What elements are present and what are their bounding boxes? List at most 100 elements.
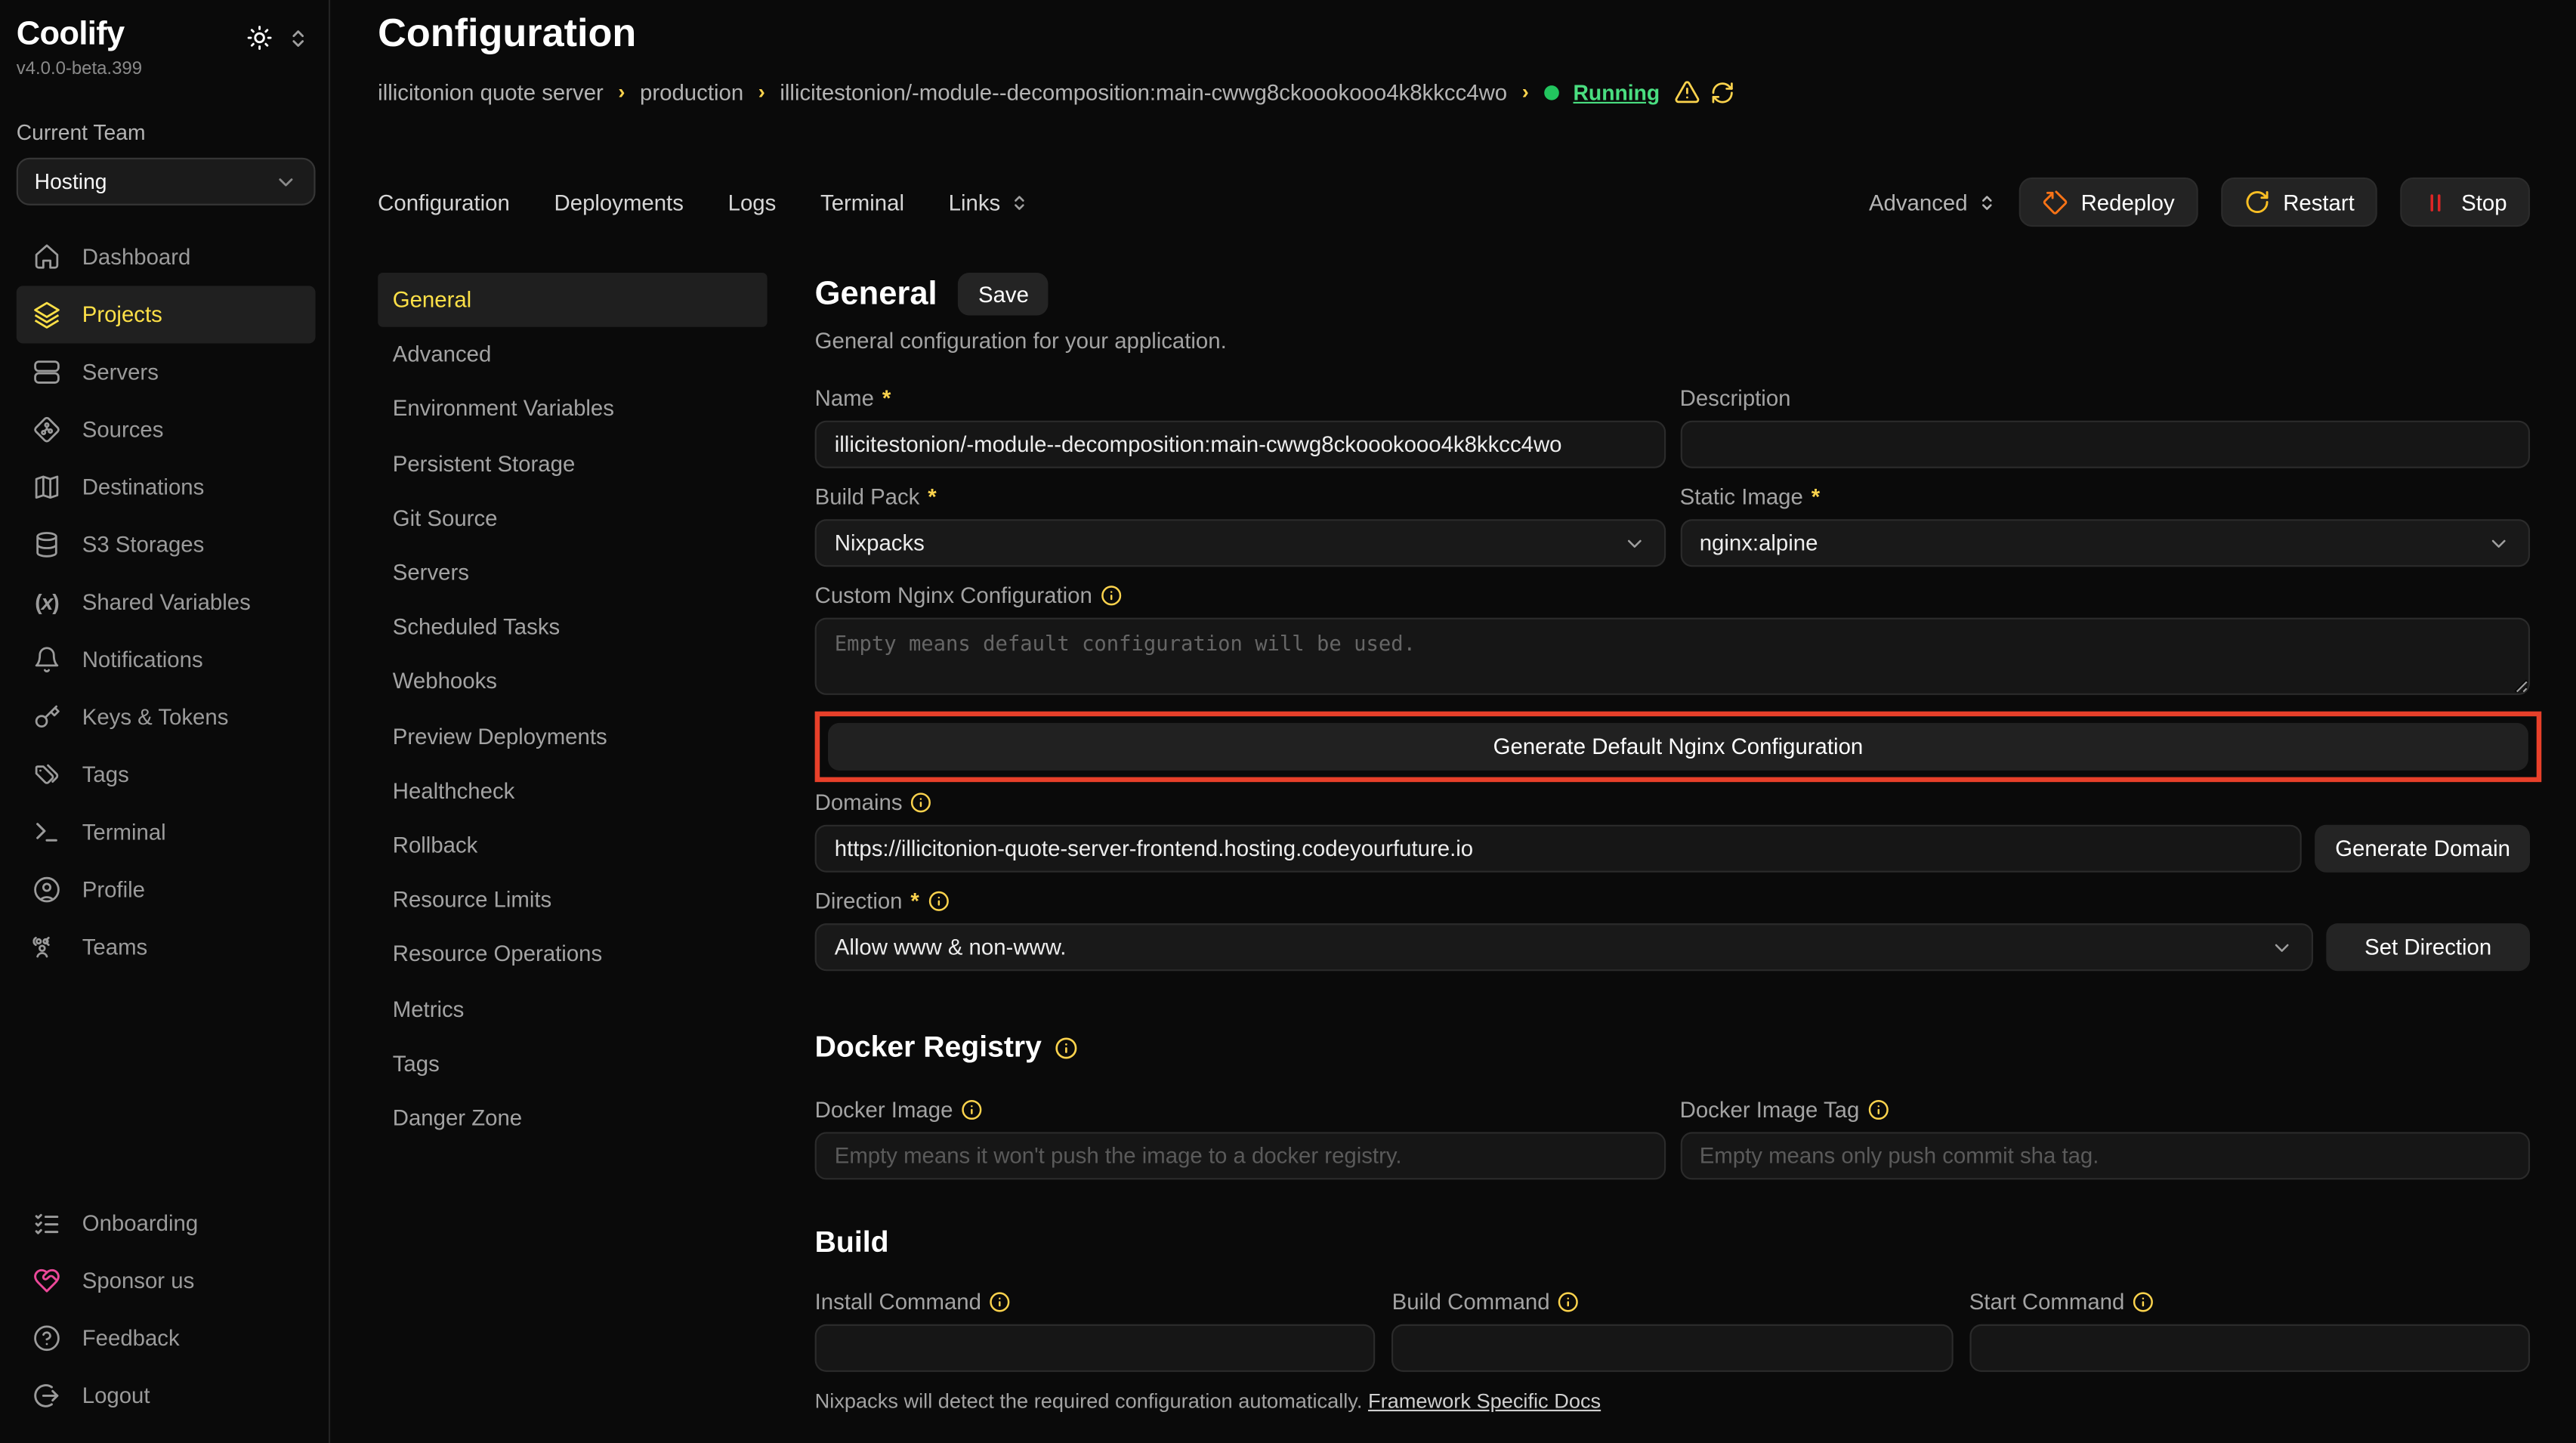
sidebar-item-servers[interactable]: Servers [17, 344, 316, 401]
sidebar-item-label: Terminal [82, 820, 166, 845]
subnav-advanced[interactable]: Advanced [378, 327, 767, 382]
subnav-danger-zone[interactable]: Danger Zone [378, 1091, 767, 1145]
framework-docs-link[interactable]: Framework Specific Docs [1368, 1390, 1601, 1413]
generate-nginx-config-button[interactable]: Generate Default Nginx Configuration [828, 723, 2528, 771]
build-command-input[interactable] [1392, 1324, 1953, 1372]
info-icon[interactable] [961, 1099, 982, 1120]
subnav-servers[interactable]: Servers [378, 545, 767, 600]
advanced-dropdown[interactable]: Advanced [1869, 190, 1996, 215]
sidebar-item-projects[interactable]: Projects [17, 286, 316, 343]
build-pack-select[interactable]: Nixpacks [815, 519, 1665, 567]
chevron-updown-icon [1010, 193, 1028, 212]
info-icon[interactable] [2133, 1291, 2154, 1312]
nginx-config-textarea[interactable] [815, 618, 2530, 695]
breadcrumb-separator: › [618, 81, 625, 104]
subnav-resource-limits[interactable]: Resource Limits [378, 873, 767, 927]
name-input[interactable] [815, 421, 1665, 468]
database-icon [32, 530, 60, 558]
theme-sun-icon[interactable] [246, 25, 273, 51]
description-input[interactable] [1680, 421, 2530, 468]
subnav-metrics[interactable]: Metrics [378, 981, 767, 1036]
logout-icon [32, 1381, 60, 1409]
sidebar-item-teams[interactable]: Teams [17, 919, 316, 976]
sidebar-item-onboarding[interactable]: Onboarding [17, 1194, 316, 1251]
redeploy-button[interactable]: Redeploy [2018, 178, 2198, 227]
info-icon[interactable] [1867, 1099, 1889, 1120]
restart-button[interactable]: Restart [2221, 178, 2378, 227]
breadcrumb-application[interactable]: illicitestonion/-module--decomposition:m… [780, 79, 1507, 104]
sidebar-item-sources[interactable]: Sources [17, 401, 316, 459]
sidebar-item-label: Profile [82, 877, 145, 902]
direction-select[interactable]: Allow www & non-www. [815, 923, 2313, 971]
subnav-scheduled-tasks[interactable]: Scheduled Tasks [378, 600, 767, 654]
generate-domain-button[interactable]: Generate Domain [2315, 825, 2530, 873]
start-command-label: Start Command [1969, 1290, 2125, 1315]
subnav-git-source[interactable]: Git Source [378, 491, 767, 545]
subnav-webhooks[interactable]: Webhooks [378, 654, 767, 709]
sidebar-item-profile[interactable]: Profile [17, 861, 316, 919]
advanced-label: Advanced [1869, 190, 1968, 215]
install-command-input[interactable] [815, 1324, 1376, 1372]
info-icon[interactable] [1101, 585, 1122, 606]
docker-image-input[interactable] [815, 1132, 1665, 1179]
info-icon[interactable] [990, 1291, 1011, 1312]
sidebar-item-notifications[interactable]: Notifications [17, 631, 316, 688]
sidebar-item-feedback[interactable]: Feedback [17, 1309, 316, 1366]
sidebar-item-tags[interactable]: Tags [17, 746, 316, 803]
sidebar-collapse-icon[interactable] [288, 27, 309, 48]
tab-deployments[interactable]: Deployments [554, 190, 684, 215]
tab-terminal[interactable]: Terminal [820, 190, 904, 215]
sidebar-nav: Dashboard Projects Servers Sources Desti… [17, 228, 316, 975]
chevron-down-icon [1623, 532, 1645, 555]
subnav-preview-deployments[interactable]: Preview Deployments [378, 709, 767, 763]
sidebar-item-label: Sponsor us [82, 1268, 195, 1293]
sidebar-item-keys-tokens[interactable]: Keys & Tokens [17, 688, 316, 746]
tab-logs[interactable]: Logs [728, 190, 777, 215]
set-direction-button[interactable]: Set Direction [2326, 923, 2530, 971]
info-icon[interactable] [1558, 1291, 1579, 1312]
subnav-label: Tags [393, 1051, 440, 1076]
subnav-healthcheck[interactable]: Healthcheck [378, 764, 767, 818]
sidebar-item-dashboard[interactable]: Dashboard [17, 228, 316, 286]
subnav-tags[interactable]: Tags [378, 1036, 767, 1090]
start-command-input[interactable] [1969, 1324, 2530, 1372]
info-icon[interactable] [910, 792, 931, 813]
sidebar-item-label: Tags [82, 762, 129, 787]
stop-button[interactable]: Stop [2401, 178, 2530, 227]
warning-icon[interactable] [1675, 79, 1701, 105]
breadcrumb-project[interactable]: illicitonion quote server [378, 79, 604, 104]
info-icon[interactable] [1055, 1036, 1077, 1058]
home-icon [32, 243, 60, 271]
subnav-general[interactable]: General [378, 273, 767, 327]
sidebar-item-sponsor-us[interactable]: Sponsor us [17, 1251, 316, 1309]
subnav-label: Resource Operations [393, 942, 602, 967]
breadcrumb: illicitonion quote server › production ›… [378, 79, 2530, 105]
sidebar-item-logout[interactable]: Logout [17, 1366, 316, 1423]
users-icon [32, 933, 60, 961]
tab-configuration[interactable]: Configuration [378, 190, 510, 215]
refresh-icon[interactable] [1711, 79, 1736, 104]
sidebar-item-shared-variables[interactable]: (x) Shared Variables [17, 573, 316, 631]
team-select[interactable]: Hosting [17, 158, 316, 205]
status-badge[interactable]: Running [1574, 79, 1660, 104]
domains-input[interactable] [815, 825, 2303, 873]
save-button[interactable]: Save [959, 273, 1049, 316]
sidebar-item-destinations[interactable]: Destinations [17, 459, 316, 516]
subnav-label: Webhooks [393, 669, 497, 694]
subnav-environment-variables[interactable]: Environment Variables [378, 382, 767, 436]
docker-image-label: Docker Image [815, 1098, 953, 1123]
sidebar-item-s3-storages[interactable]: S3 Storages [17, 516, 316, 573]
shared-variables-icon: (x) [32, 589, 60, 616]
breadcrumb-environment[interactable]: production [640, 79, 743, 104]
sidebar-item-terminal[interactable]: Terminal [17, 803, 316, 861]
subnav-rollback[interactable]: Rollback [378, 818, 767, 873]
key-icon [32, 703, 60, 731]
docker-image-tag-input[interactable] [1680, 1132, 2530, 1179]
tab-links[interactable]: Links [949, 190, 1029, 215]
info-icon[interactable] [928, 891, 949, 912]
subnav-persistent-storage[interactable]: Persistent Storage [378, 437, 767, 491]
subnav-label: Metrics [393, 997, 465, 1021]
static-image-select[interactable]: nginx:alpine [1680, 519, 2530, 567]
subnav-resource-operations[interactable]: Resource Operations [378, 927, 767, 981]
tab-label: Deployments [554, 190, 684, 215]
